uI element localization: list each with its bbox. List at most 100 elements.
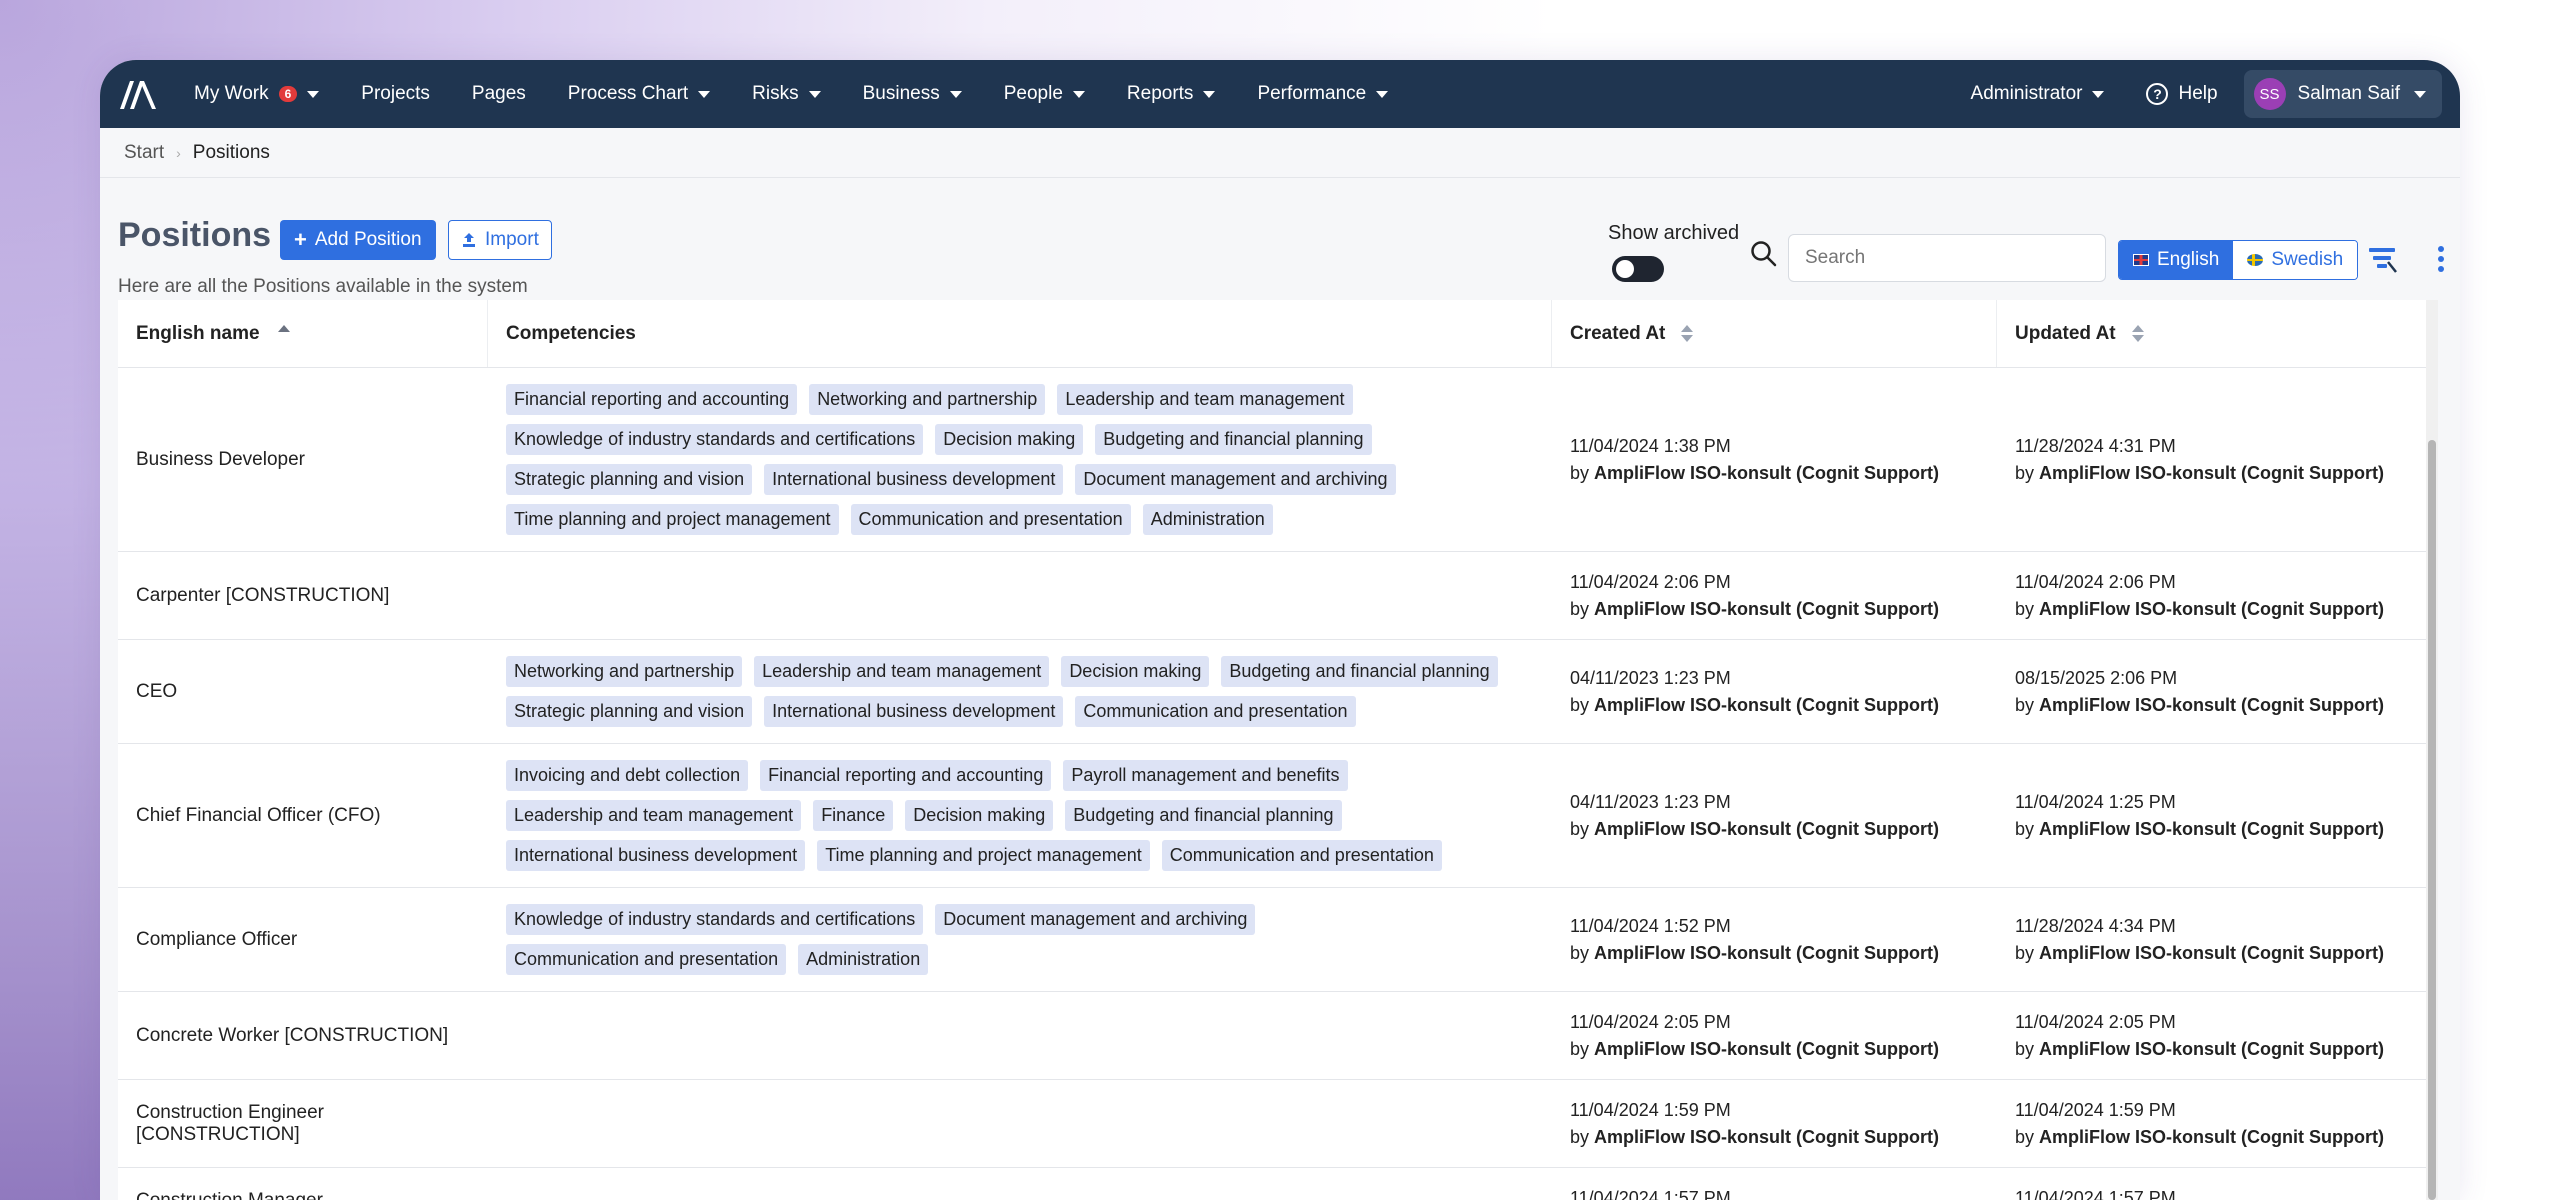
- filter-icon[interactable]: [2368, 244, 2398, 279]
- author-name: AmpliFlow ISO-konsult (Cognit Support): [1594, 942, 1939, 963]
- import-button[interactable]: Import: [448, 220, 552, 260]
- scrollbar-thumb[interactable]: [2428, 440, 2436, 1200]
- competency-tag: Invoicing and debt collection: [506, 760, 749, 791]
- chevron-down-icon: [2414, 90, 2426, 98]
- competencies-cell: Knowledge of industry standards and cert…: [488, 888, 1552, 991]
- column-english-name[interactable]: English name: [118, 300, 488, 367]
- sort-icon: [1681, 325, 1694, 342]
- help-icon: ?: [2146, 83, 2169, 105]
- competency-tag: Networking and partnership: [506, 656, 743, 687]
- nav-item-risks[interactable]: Risks: [752, 83, 821, 105]
- competency-tag: Budgeting and financial planning: [1065, 800, 1342, 831]
- user-menu[interactable]: SS Salman Saif: [2243, 70, 2442, 118]
- page-header: Positions + Add Position Import Here are…: [100, 178, 2460, 298]
- chevron-down-icon: [808, 90, 821, 98]
- position-name[interactable]: Concrete Worker [CONSTRUCTION]: [118, 992, 488, 1079]
- updated-by: by AmpliFlow ISO-konsult (Cognit Support…: [2015, 940, 2384, 967]
- show-archived-toggle[interactable]: [1612, 256, 1664, 282]
- chevron-down-icon: [698, 90, 711, 98]
- author-name: AmpliFlow ISO-konsult (Cognit Support): [2039, 818, 2384, 839]
- nav-help[interactable]: ? Help: [2146, 83, 2218, 105]
- chevron-down-icon: [1072, 90, 1085, 98]
- updated-by: by AmpliFlow ISO-konsult (Cognit Support…: [2015, 460, 2384, 487]
- page-subtitle: Here are all the Positions available in …: [118, 276, 528, 297]
- competency-tag: Financial reporting and accounting: [506, 384, 798, 415]
- position-name[interactable]: Compliance Officer: [118, 888, 488, 991]
- competency-tag: International business development: [506, 840, 806, 871]
- lang-swedish-button[interactable]: Swedish: [2233, 241, 2358, 279]
- nav-item-process-chart[interactable]: Process Chart: [568, 83, 711, 105]
- competency-tag: Leadership and team management: [754, 656, 1050, 687]
- table-row[interactable]: CEO Networking and partnership Leadership …: [118, 640, 2438, 744]
- by-prefix: by: [1570, 1038, 1595, 1059]
- nav-item-pages[interactable]: Pages: [472, 83, 526, 105]
- nav-item-reports[interactable]: Reports: [1127, 83, 1216, 105]
- position-name[interactable]: CEO: [118, 640, 488, 743]
- nav-item-performance[interactable]: Performance: [1257, 83, 1389, 105]
- table-row[interactable]: Chief Financial Officer (CFO) Invoicing a…: [118, 744, 2438, 888]
- created-date: 11/04/2024 1:57 PM: [1570, 1187, 1731, 1200]
- competency-tag: Document management and archiving: [1075, 464, 1396, 495]
- search-icon[interactable]: [1750, 240, 1778, 273]
- competency-tag: Financial reporting and accounting: [760, 760, 1052, 791]
- nav-item-people[interactable]: People: [1004, 83, 1085, 105]
- table-row[interactable]: Carpenter [CONSTRUCTION] 11/04/2024 2:06 …: [118, 552, 2438, 640]
- competency-list: Networking and partnership Leadership and…: [506, 640, 1534, 743]
- created-by: by AmpliFlow ISO-konsult (Cognit Support…: [1570, 692, 1939, 719]
- app-logo-icon[interactable]: [118, 74, 164, 114]
- competency-tag: Leadership and team management: [506, 800, 802, 831]
- column-label: English name: [136, 322, 260, 344]
- position-name[interactable]: Business Developer: [118, 368, 488, 551]
- table-row[interactable]: Construction Engineer [CONSTRUCTION] 11/0…: [118, 1080, 2438, 1168]
- breadcrumb-start[interactable]: Start: [124, 142, 164, 164]
- author-name: AmpliFlow ISO-konsult (Cognit Support): [1594, 818, 1939, 839]
- more-vertical-icon[interactable]: [2436, 244, 2446, 279]
- position-name[interactable]: Construction Engineer [CONSTRUCTION]: [118, 1080, 488, 1167]
- show-archived-label: Show archived: [1608, 222, 1740, 244]
- created-at-cell: 11/04/2024 1:59 PM by AmpliFlow ISO-konsu…: [1552, 1080, 1997, 1167]
- add-position-button[interactable]: + Add Position: [280, 220, 436, 260]
- updated-at-cell: 11/04/2024 1:25 PM by AmpliFlow ISO-konsu…: [1997, 744, 2438, 887]
- updated-info: 11/04/2024 2:06 PM by AmpliFlow ISO-konsu…: [2015, 569, 2384, 623]
- competency-tag: Communication and presentation: [506, 944, 787, 975]
- positions-table: English name Competencies Created At Upd…: [118, 300, 2438, 1200]
- competency-tag: Decision making: [935, 424, 1084, 455]
- lang-english-button[interactable]: English: [2119, 241, 2234, 279]
- nav-item-label: Pages: [471, 83, 526, 104]
- table-row[interactable]: Concrete Worker [CONSTRUCTION] 11/04/2024…: [118, 992, 2438, 1080]
- position-name[interactable]: Construction Manager [CONSTRUCTION]: [118, 1168, 488, 1200]
- nav-item-my-work[interactable]: My Work 6: [194, 83, 320, 105]
- search-input[interactable]: [1788, 234, 2106, 282]
- author-name: AmpliFlow ISO-konsult (Cognit Support): [2039, 1126, 2384, 1147]
- nav-item-business[interactable]: Business: [863, 83, 962, 105]
- competency-tag: Administration: [1142, 504, 1273, 535]
- created-at-cell: 04/11/2023 1:23 PM by AmpliFlow ISO-konsu…: [1552, 640, 1997, 743]
- table-row[interactable]: Compliance Officer Knowledge of industry …: [118, 888, 2438, 992]
- updated-at-cell: 08/15/2025 2:06 PM by AmpliFlow ISO-konsu…: [1997, 640, 2438, 743]
- competency-tag: Leadership and team management: [1057, 384, 1353, 415]
- created-date: 11/04/2024 2:05 PM: [1570, 1011, 1731, 1032]
- nav-menu: My Work 6 Projects Pages Process Chart Risks B…: [194, 83, 1430, 105]
- chevron-down-icon: [2092, 90, 2105, 98]
- updated-at-cell: 11/04/2024 2:06 PM by AmpliFlow ISO-konsu…: [1997, 552, 2438, 639]
- updated-at-cell: 11/04/2024 1:57 PMby AmpliFlow ISO-konsu…: [1997, 1168, 2438, 1200]
- author-name: AmpliFlow ISO-konsult (Cognit Support): [1594, 1038, 1939, 1059]
- column-updated-at[interactable]: Updated At: [1997, 300, 2438, 367]
- competency-tag: Communication and presentation: [850, 504, 1131, 535]
- nav-item-projects[interactable]: Projects: [361, 83, 430, 105]
- column-label: Updated At: [2015, 322, 2116, 344]
- table-scrollbar[interactable]: [2426, 300, 2438, 1200]
- table-row[interactable]: Business Developer Financial reporting an…: [118, 368, 2438, 552]
- table-row[interactable]: Construction Manager [CONSTRUCTION] 11/04…: [118, 1168, 2438, 1200]
- created-date: 11/04/2024 2:06 PM: [1570, 571, 1731, 592]
- position-name[interactable]: Carpenter [CONSTRUCTION]: [118, 552, 488, 639]
- nav-administrator[interactable]: Administrator: [1971, 83, 2105, 105]
- competency-tag: Networking and partnership: [809, 384, 1046, 415]
- position-name[interactable]: Chief Financial Officer (CFO): [118, 744, 488, 887]
- created-date: 11/04/2024 1:38 PM: [1570, 435, 1731, 456]
- author-name: AmpliFlow ISO-konsult (Cognit Support): [1594, 462, 1939, 483]
- competencies-cell: [488, 552, 1552, 639]
- by-prefix: by: [2015, 462, 2040, 483]
- user-name: Salman Saif: [2297, 83, 2400, 104]
- column-created-at[interactable]: Created At: [1552, 300, 1997, 367]
